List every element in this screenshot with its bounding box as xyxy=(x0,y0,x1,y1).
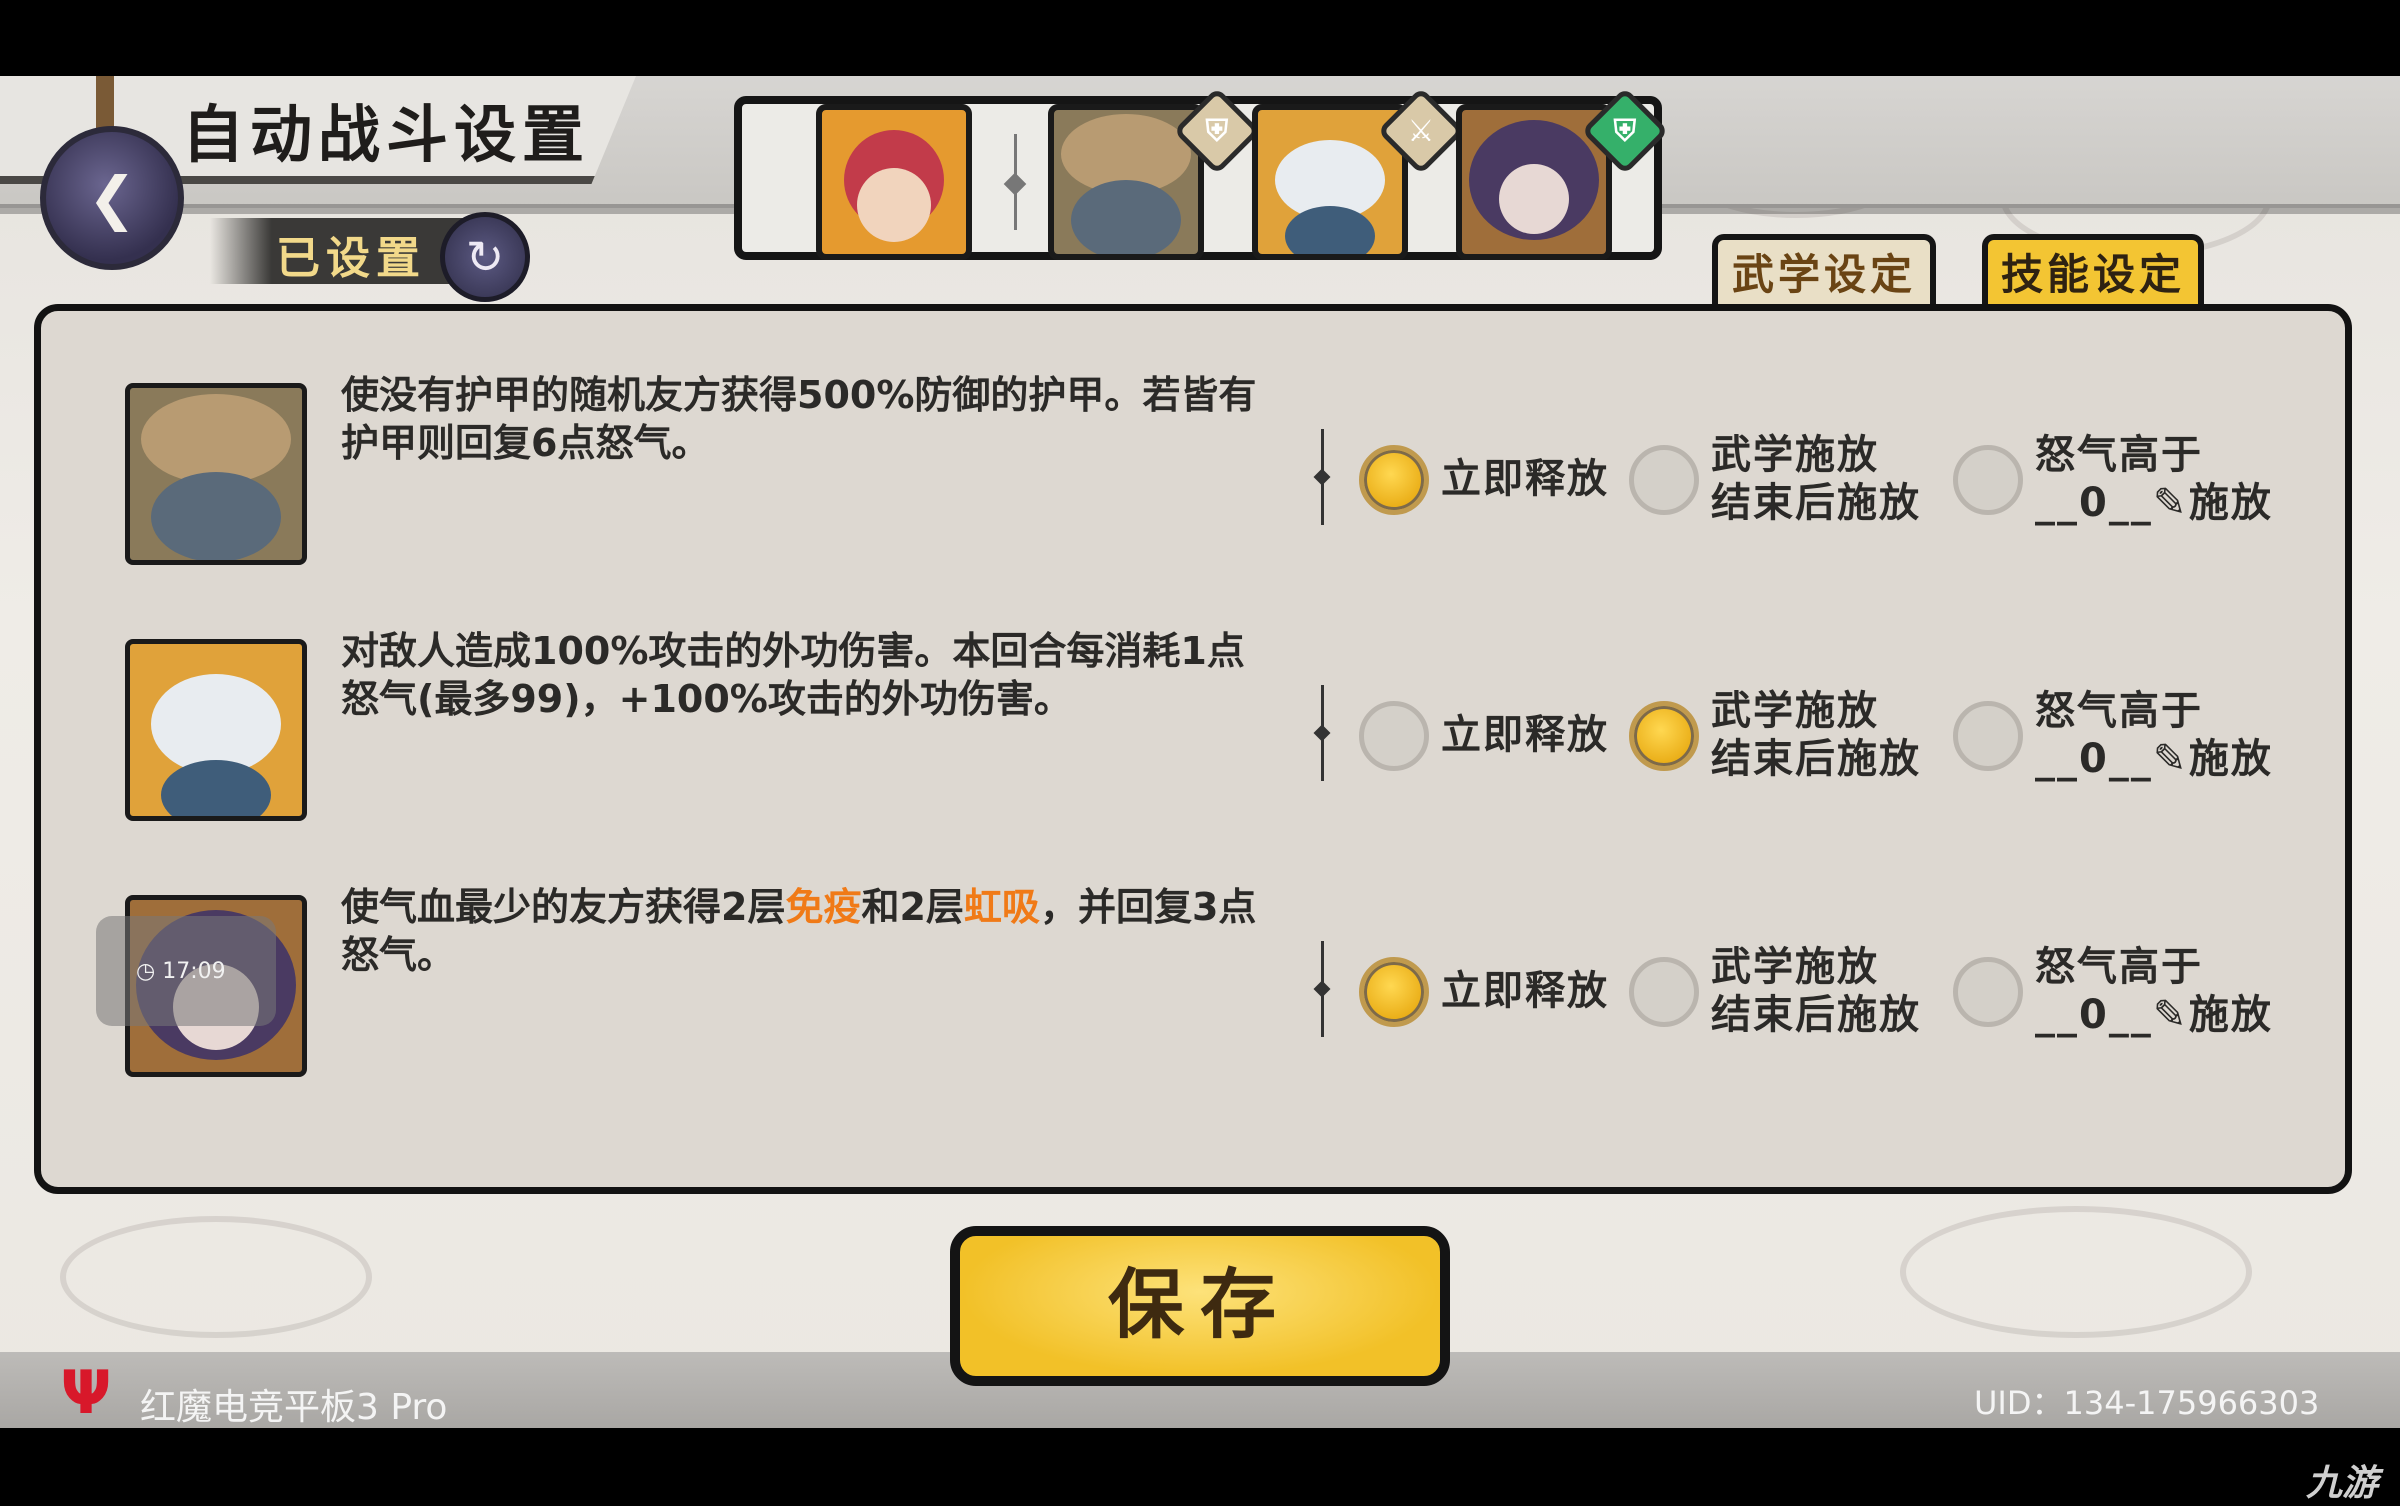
skill-description: 使气血最少的友方获得2层免疫和2层虹吸，并回复3点 怒气。 xyxy=(341,883,1331,979)
option-rage-label: 怒气高于 __0__✎施放 xyxy=(2035,943,2365,1039)
desc-text: 使气血最少的友方获得2层 xyxy=(341,885,786,929)
tab-skill-settings[interactable]: 技能设定 xyxy=(1982,234,2204,310)
option-after-martial-line2: 结束后施放 xyxy=(1711,736,1921,782)
skill-desc-line: 护甲则回复6点怒气。 xyxy=(341,421,710,465)
skill-desc-line: 怒气。 xyxy=(341,933,456,977)
skill-settings-panel: 使没有护甲的随机友方获得500%防御的护甲。若皆有 护甲则回复6点怒气。 立即释… xyxy=(34,304,2352,1194)
radio-rage-threshold[interactable] xyxy=(1953,957,2023,1027)
skill-desc-line: 使没有护甲的随机友方获得500%防御的护甲。若皆有 xyxy=(341,373,1257,417)
clock-icon: ◷ xyxy=(136,958,163,984)
body xyxy=(1285,206,1375,254)
rage-threshold-input[interactable]: __0__ xyxy=(2035,480,2153,526)
option-after-martial-line1: 武学施放 xyxy=(1711,432,1879,478)
option-rage-suffix: 施放 xyxy=(2188,480,2273,526)
skill-row: 使气血最少的友方获得2层免疫和2层虹吸，并回复3点 怒气。 立即释放 武学施放 … xyxy=(41,885,2345,1115)
option-rage-label: 怒气高于 __0__✎施放 xyxy=(2035,687,2365,783)
brush-edit-icon[interactable]: ✎ xyxy=(2153,735,2189,783)
bottom-black-bar xyxy=(0,1428,2400,1504)
leader-portrait[interactable] xyxy=(816,104,972,260)
skill-row: 使没有护甲的随机友方获得500%防御的护甲。若皆有 护甲则回复6点怒气。 立即释… xyxy=(41,373,2345,603)
option-after-martial-line1: 武学施放 xyxy=(1711,688,1879,734)
brush-edit-icon[interactable]: ✎ xyxy=(2153,479,2189,529)
device-name: 红魔电竞平板3 Pro xyxy=(140,1387,448,1428)
team-lineup: ⛨ ⚔ ⛨ xyxy=(734,87,1669,260)
option-immediate-label: 立即释放 xyxy=(1441,712,1609,758)
option-immediate-label: 立即释放 xyxy=(1441,968,1609,1014)
rock-head xyxy=(141,394,291,484)
clock-overlay: ◷ 17:09 xyxy=(96,916,276,1026)
swirl-icon: ↻ xyxy=(440,212,530,302)
team-divider-dot xyxy=(1003,172,1027,196)
option-divider-dot xyxy=(1313,724,1331,742)
watermark-logo: 九游 xyxy=(2306,1463,2379,1504)
option-after-martial-label: 武学施放 结束后施放 xyxy=(1711,431,1921,527)
radio-after-martial[interactable] xyxy=(1629,445,1699,515)
top-black-bar xyxy=(0,0,2400,76)
mask xyxy=(151,674,281,774)
face xyxy=(1499,164,1569,234)
radio-after-martial[interactable] xyxy=(1629,701,1699,771)
radio-immediate[interactable] xyxy=(1359,445,1429,515)
skill-desc-line: 使气血最少的友方获得2层免疫和2层虹吸，并回复3点 xyxy=(341,883,1331,931)
option-rage-suffix: 施放 xyxy=(2188,992,2273,1038)
radio-immediate[interactable] xyxy=(1359,701,1429,771)
cloud-decoration xyxy=(60,1216,372,1338)
save-button[interactable]: 保存 xyxy=(950,1226,1450,1386)
rage-threshold-input[interactable]: __0__ xyxy=(2035,992,2153,1038)
page-title: 自动战斗设置 xyxy=(182,98,591,171)
radio-after-martial[interactable] xyxy=(1629,957,1699,1027)
option-after-martial-label: 武学施放 结束后施放 xyxy=(1711,687,1921,783)
desc-text: 和2层 xyxy=(861,885,964,929)
set-status-label: 已设置 xyxy=(276,233,426,284)
desc-text: ，并回复3点 xyxy=(1039,885,1257,929)
option-divider-dot xyxy=(1313,468,1331,486)
keyword-siphon[interactable]: 虹吸 xyxy=(964,885,1040,929)
body xyxy=(1071,180,1181,254)
skill-description: 使没有护甲的随机友方获得500%防御的护甲。若皆有 护甲则回复6点怒气。 xyxy=(341,371,1331,467)
option-rage-line1: 怒气高于 xyxy=(2035,432,2203,478)
option-divider-dot xyxy=(1313,980,1331,998)
game-screen: 自动战斗设置 ❮ 已设置 ↻ ⛨ ⚔ ⛨ 武学设定 技能设定 使没有护甲的随机友… xyxy=(0,76,2400,1428)
option-after-martial-line2: 结束后施放 xyxy=(1711,480,1921,526)
face xyxy=(857,168,931,242)
option-after-martial-label: 武学施放 结束后施放 xyxy=(1711,943,1921,1039)
option-rage-line1: 怒气高于 xyxy=(2035,688,2203,734)
skill-desc-line: 对敌人造成100%攻击的外功伤害。本回合每消耗1点 xyxy=(341,629,1245,673)
skill-icon-mask xyxy=(125,639,307,821)
option-rage-suffix: 施放 xyxy=(2188,736,2273,782)
skill-desc-line: 怒气(最多99)，+100%攻击的外功伤害。 xyxy=(341,677,1072,721)
option-after-martial-line1: 武学施放 xyxy=(1711,944,1879,990)
option-rage-label: 怒气高于 __0__✎施放 xyxy=(2035,431,2365,529)
body xyxy=(161,760,271,816)
keyword-immunity[interactable]: 免疫 xyxy=(785,885,861,929)
radio-immediate[interactable] xyxy=(1359,957,1429,1027)
uid-label: UID：134-175966303 xyxy=(1974,1384,2320,1422)
radio-rage-threshold[interactable] xyxy=(1953,701,2023,771)
option-rage-line1: 怒气高于 xyxy=(2035,944,2203,990)
cloud-decoration xyxy=(1900,1206,2252,1338)
back-button[interactable]: ❮ xyxy=(40,126,184,270)
skill-row: 对敌人造成100%攻击的外功伤害。本回合每消耗1点 怒气(最多99)，+100%… xyxy=(41,629,2345,859)
body xyxy=(151,472,281,560)
rage-threshold-input[interactable]: __0__ xyxy=(2035,736,2153,782)
option-after-martial-line2: 结束后施放 xyxy=(1711,992,1921,1038)
back-arrow-icon: ❮ xyxy=(87,164,137,232)
clock-time: 17:09 xyxy=(162,958,226,984)
skill-icon-rock xyxy=(125,383,307,565)
tab-martial-settings[interactable]: 武学设定 xyxy=(1712,234,1936,310)
radio-rage-threshold[interactable] xyxy=(1953,445,2023,515)
brush-edit-icon[interactable]: ✎ xyxy=(2153,991,2189,1039)
redmagic-logo-icon: Ψ xyxy=(60,1358,112,1428)
option-immediate-label: 立即释放 xyxy=(1441,456,1609,502)
skill-description: 对敌人造成100%攻击的外功伤害。本回合每消耗1点 怒气(最多99)，+100%… xyxy=(341,627,1331,723)
